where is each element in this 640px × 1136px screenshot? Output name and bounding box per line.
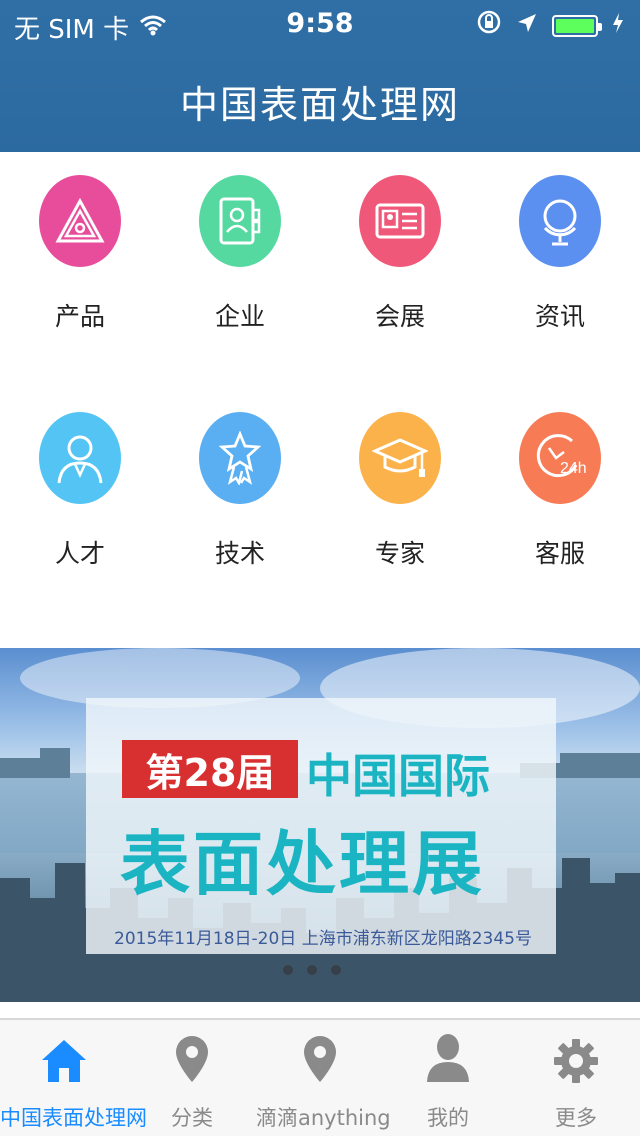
battery-icon [552,14,602,37]
home-icon [0,1020,128,1088]
globe-icon [519,175,601,267]
grid-item-label: 技术 [214,539,265,568]
triangle-logo-icon [39,175,121,267]
grid-item-label: 客服 [534,539,585,568]
tab-label: 我的 [427,1106,469,1130]
tab-didi-anything[interactable]: 滴滴anything [256,1020,391,1136]
app-header: 无 SIM 卡 9:58 中国表面处理网 [0,0,640,152]
status-bar: 无 SIM 卡 9:58 [0,0,640,48]
banner-title: 表面处理展 [120,823,485,905]
star-award-icon [199,412,281,504]
tab-home[interactable]: 中国表面处理网 [0,1020,147,1136]
grid-item-label: 资讯 [534,302,585,331]
company-card-icon [199,175,281,267]
tab-label: 中国表面处理网 [0,1106,147,1130]
tab-label: 更多 [555,1106,597,1130]
carousel-dot[interactable] [307,965,317,975]
location-pin-icon [256,1020,384,1088]
tab-profile[interactable]: 我的 [384,1020,512,1136]
grid-item-technology[interactable]: 技术 [160,389,320,589]
grid-item-talent[interactable]: 人才 [0,389,160,589]
grid-item-companies[interactable]: 企业 [160,152,320,352]
page-title: 中国表面处理网 [179,83,460,127]
grid-item-news[interactable]: 资讯 [480,152,640,352]
tab-categories[interactable]: 分类 [128,1020,256,1136]
gear-icon [512,1020,640,1088]
tab-label: 分类 [171,1106,213,1130]
tab-label: 滴滴anything [256,1106,391,1130]
svg-text:24h: 24h [560,460,587,477]
grid-item-label: 产品 [54,302,105,331]
carousel-dot[interactable] [331,965,341,975]
grid-item-label: 会展 [374,302,425,331]
grid-item-exhibitions[interactable]: 会展 [320,152,480,352]
grid-item-label: 专家 [374,539,425,568]
person-icon [39,412,121,504]
tab-more[interactable]: 更多 [512,1020,640,1136]
carousel-indicator[interactable] [283,965,341,975]
location-arrow-icon [516,11,538,41]
grid-item-experts[interactable]: 专家 [320,389,480,589]
banner-event-info: 2015年11月18日-20日 上海市浦东新区龙阳路2345号 [114,929,532,949]
location-pin-icon [128,1020,256,1088]
grid-item-label: 企业 [214,302,265,331]
graduation-cap-icon [359,412,441,504]
tab-bar: 中国表面处理网 分类 滴滴anything 我的 更多 [0,1018,640,1136]
grid-item-products[interactable]: 产品 [0,152,160,352]
charging-icon [612,11,624,41]
category-grid: 产品 企业 会展 资讯 人才 技术 专家 24h 客服 [0,152,640,646]
id-card-icon [359,175,441,267]
banner-headline: 中国国际 [306,749,490,803]
status-right [476,9,624,42]
grid-item-customer-service[interactable]: 24h 客服 [480,389,640,589]
carousel-dot[interactable] [283,965,293,975]
banner-badge: 第28届 [122,740,298,798]
user-icon [384,1020,512,1088]
rotation-lock-icon [476,9,502,42]
grid-item-label: 人才 [54,539,105,568]
clock-24h-icon: 24h [519,412,601,504]
